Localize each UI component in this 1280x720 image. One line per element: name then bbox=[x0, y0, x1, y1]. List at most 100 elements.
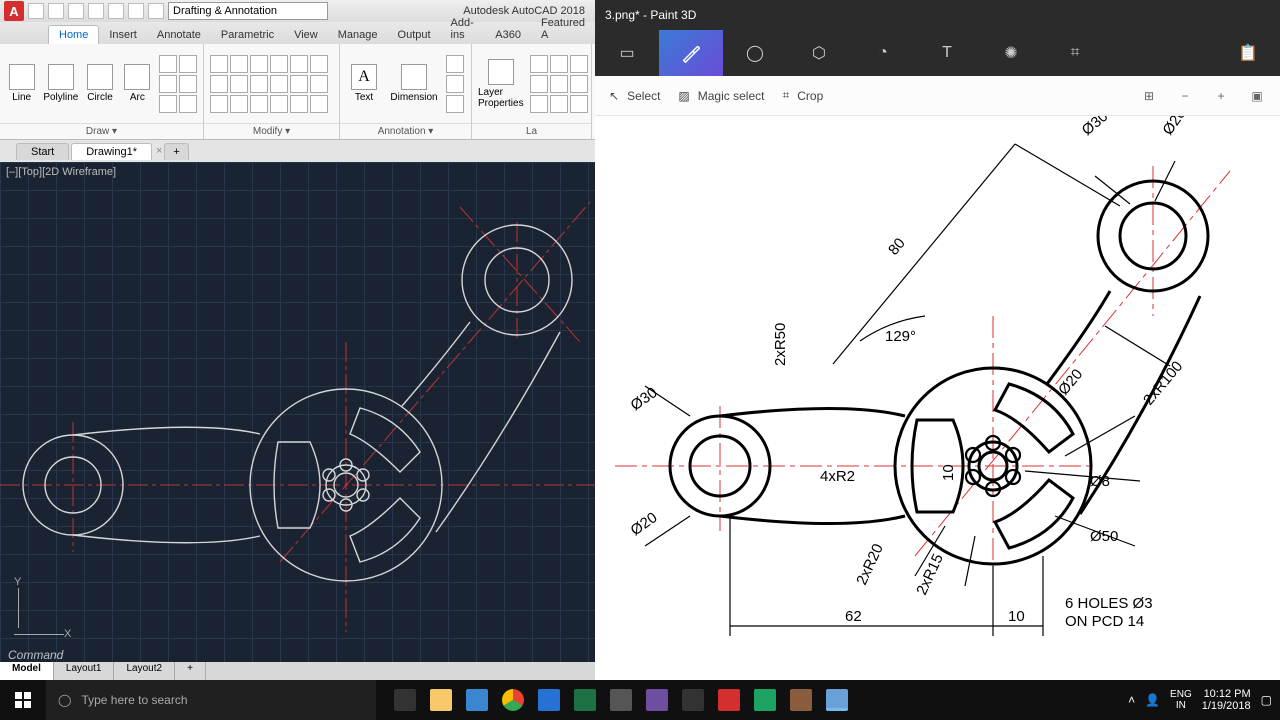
draw-tool-icon[interactable] bbox=[179, 75, 197, 93]
ribbon-tab-parametric[interactable]: Parametric bbox=[211, 26, 284, 44]
workspace-dropdown[interactable]: Drafting & Annotation bbox=[168, 2, 328, 20]
layer-properties-button[interactable]: Layer Properties bbox=[478, 59, 524, 109]
tab-drawing1[interactable]: Drawing1* bbox=[71, 143, 152, 160]
copy-icon[interactable] bbox=[290, 55, 308, 73]
paint3d-canvas[interactable]: Ø30 Ø20 80 129° 2xR50 Ø30 Ø20 Ø20 2xR100… bbox=[595, 116, 1280, 680]
edge-icon[interactable] bbox=[532, 683, 566, 717]
modify-tool-icon[interactable] bbox=[270, 95, 288, 113]
dimension-button[interactable]: Dimension bbox=[388, 64, 440, 103]
explode-icon[interactable] bbox=[230, 75, 248, 93]
qat-new-icon[interactable] bbox=[28, 3, 44, 19]
maps-icon[interactable] bbox=[748, 683, 782, 717]
ribbon-tab-addins[interactable]: Add-ins bbox=[441, 14, 486, 44]
tool-paste-icon[interactable]: 📋 bbox=[1216, 30, 1280, 76]
autocad-logo-icon[interactable]: A bbox=[4, 1, 24, 21]
crop-button[interactable]: ⌗Crop bbox=[782, 88, 823, 103]
language-indicator[interactable]: ENG IN bbox=[1170, 689, 1192, 711]
grid-view-icon[interactable]: ⊞ bbox=[1140, 87, 1158, 105]
modify-tool-icon[interactable] bbox=[290, 95, 308, 113]
layer-tool-icon[interactable] bbox=[530, 55, 548, 73]
annot-tool-icon[interactable] bbox=[446, 75, 464, 93]
fillet-icon[interactable] bbox=[210, 75, 228, 93]
magic-select-button[interactable]: ▨Magic select bbox=[678, 89, 764, 103]
mirror-icon[interactable] bbox=[310, 55, 328, 73]
rotate-icon[interactable] bbox=[230, 55, 248, 73]
tab-start[interactable]: Start bbox=[16, 143, 69, 160]
stretch-icon[interactable] bbox=[250, 75, 268, 93]
task-view-icon[interactable] bbox=[388, 683, 422, 717]
move-icon[interactable] bbox=[210, 55, 228, 73]
explorer-icon[interactable] bbox=[424, 683, 458, 717]
zoom-in-icon[interactable]: + bbox=[1212, 87, 1230, 105]
qat-saveas-icon[interactable] bbox=[88, 3, 104, 19]
taskbar-search[interactable]: ◯ Type here to search bbox=[46, 680, 376, 720]
paint3d-taskbar-icon[interactable] bbox=[820, 683, 854, 717]
qat-redo-icon[interactable] bbox=[148, 3, 164, 19]
annot-tool-icon[interactable] bbox=[446, 55, 464, 73]
store-icon[interactable] bbox=[460, 683, 494, 717]
layout-2[interactable]: Layout2 bbox=[114, 662, 175, 680]
trim-icon[interactable] bbox=[250, 55, 268, 73]
erase-icon[interactable] bbox=[270, 55, 288, 73]
tool-3d-icon[interactable]: ⬡ bbox=[787, 30, 851, 76]
layer-tool-icon[interactable] bbox=[570, 75, 588, 93]
excel-icon[interactable] bbox=[568, 683, 602, 717]
qat-save-icon[interactable] bbox=[68, 3, 84, 19]
view3d-icon[interactable]: ▣ bbox=[1248, 87, 1266, 105]
layout-add[interactable]: + bbox=[175, 662, 206, 680]
ribbon-tab-output[interactable]: Output bbox=[388, 26, 441, 44]
scale-icon[interactable] bbox=[270, 75, 288, 93]
polyline-button[interactable]: Polyline bbox=[43, 64, 78, 103]
tool-expand-icon[interactable]: ▭ bbox=[595, 30, 659, 76]
offset-icon[interactable] bbox=[310, 75, 328, 93]
tool-stickers-icon[interactable]: ◔ bbox=[851, 30, 915, 76]
draw-tool-icon[interactable] bbox=[179, 55, 197, 73]
autocad-taskbar-icon[interactable] bbox=[712, 683, 746, 717]
tray-chevron-icon[interactable]: ˄ bbox=[1128, 693, 1135, 707]
zoom-out-icon[interactable]: − bbox=[1176, 87, 1194, 105]
start-button[interactable] bbox=[0, 680, 46, 720]
modify-tool-icon[interactable] bbox=[250, 95, 268, 113]
chrome-icon[interactable] bbox=[496, 683, 530, 717]
text-button[interactable]: AText bbox=[346, 64, 382, 103]
layer-tool-icon[interactable] bbox=[530, 95, 548, 113]
ribbon-tab-home[interactable]: Home bbox=[48, 25, 99, 44]
layer-tool-icon[interactable] bbox=[570, 95, 588, 113]
ribbon-tab-view[interactable]: View bbox=[284, 26, 328, 44]
layout-model[interactable]: Model bbox=[0, 662, 54, 680]
ribbon-tab-annotate[interactable]: Annotate bbox=[147, 26, 211, 44]
modify-tool-icon[interactable] bbox=[230, 95, 248, 113]
draw-tool-icon[interactable] bbox=[179, 95, 197, 113]
layer-tool-icon[interactable] bbox=[550, 95, 568, 113]
photos-icon[interactable] bbox=[676, 683, 710, 717]
taskbar-clock[interactable]: 10:12 PM 1/19/2018 bbox=[1202, 688, 1251, 712]
layer-tool-icon[interactable] bbox=[570, 55, 588, 73]
model-viewport[interactable]: [–][Top][2D Wireframe] bbox=[0, 162, 595, 680]
ribbon-tab-insert[interactable]: Insert bbox=[99, 26, 147, 44]
layer-tool-icon[interactable] bbox=[550, 75, 568, 93]
ribbon-tab-manage[interactable]: Manage bbox=[328, 26, 388, 44]
calculator-icon[interactable] bbox=[604, 683, 638, 717]
qat-plot-icon[interactable] bbox=[108, 3, 124, 19]
tool-canvas-icon[interactable]: ⌗ bbox=[1043, 30, 1107, 76]
layer-tool-icon[interactable] bbox=[550, 55, 568, 73]
draw-tool-icon[interactable] bbox=[159, 95, 177, 113]
select-button[interactable]: ↖Select bbox=[609, 89, 660, 103]
annot-tool-icon[interactable] bbox=[446, 95, 464, 113]
layout-1[interactable]: Layout1 bbox=[54, 662, 115, 680]
tool-text-icon[interactable]: T bbox=[915, 30, 979, 76]
tool-effects-icon[interactable]: ✺ bbox=[979, 30, 1043, 76]
arc-button[interactable]: Arc bbox=[122, 64, 153, 103]
tab-new[interactable]: + bbox=[164, 143, 188, 160]
layer-tool-icon[interactable] bbox=[530, 75, 548, 93]
qat-undo-icon[interactable] bbox=[128, 3, 144, 19]
ribbon-tab-featured[interactable]: Featured A bbox=[531, 14, 595, 44]
app-icon[interactable] bbox=[784, 683, 818, 717]
qat-open-icon[interactable] bbox=[48, 3, 64, 19]
draw-tool-icon[interactable] bbox=[159, 75, 177, 93]
draw-tool-icon[interactable] bbox=[159, 55, 177, 73]
modify-tool-icon[interactable] bbox=[210, 95, 228, 113]
tray-people-icon[interactable]: 👤 bbox=[1145, 693, 1160, 707]
line-button[interactable]: Line bbox=[6, 64, 37, 103]
notifications-icon[interactable]: ▢ bbox=[1261, 693, 1272, 707]
